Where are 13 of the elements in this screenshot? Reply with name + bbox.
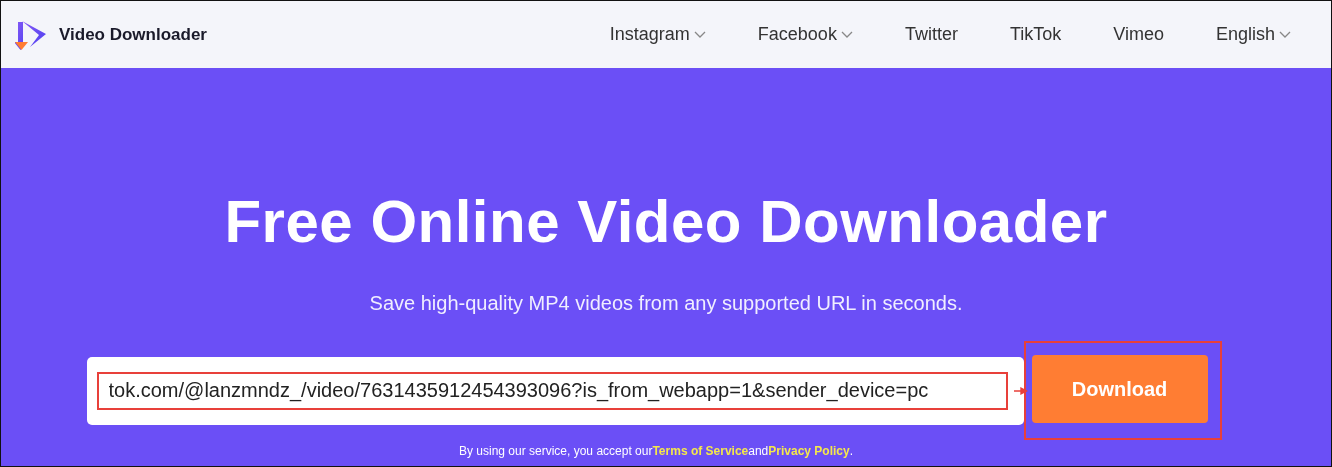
nav-link[interactable]: Twitter <box>904 24 958 45</box>
url-field[interactable]: tok.com/@lanzmndz_/video/7631435912454393096?is_from_webapp=1&sender_device=pc <box>86 356 1024 425</box>
page-title: Free Online Video Downloader <box>224 187 1108 256</box>
subtitle: Save high-quality MP4 videos from any supported URL in seconds. <box>369 292 963 315</box>
terms-notice: By using our service, you accept ourTerms of ServiceandPrivacy Policy. <box>459 444 853 458</box>
terms-link[interactable]: Privacy Policy <box>768 444 850 458</box>
nav-link[interactable]: Instagram <box>609 24 706 45</box>
nav-link[interactable]: English <box>1215 24 1291 45</box>
nav-link[interactable]: Facebook <box>757 24 853 45</box>
nav-link[interactable]: Vimeo <box>1113 24 1164 45</box>
brand-name: Video Downloader <box>59 24 207 45</box>
terms-link[interactable]: Terms of Service <box>652 444 749 458</box>
nav-link[interactable]: TikTok <box>1009 24 1062 45</box>
